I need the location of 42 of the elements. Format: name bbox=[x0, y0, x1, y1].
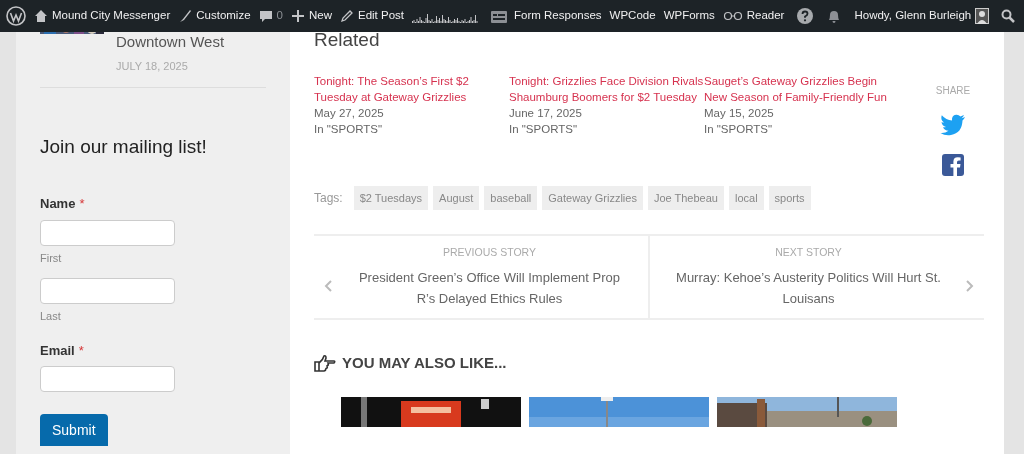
field-label: Email * bbox=[40, 341, 85, 360]
field-sublabel: Last bbox=[40, 309, 62, 324]
post-date: May 27, 2025 bbox=[314, 105, 385, 121]
related-post-link[interactable]: Sauget’s Gateway Grizzlies Begin New Season of Family-Friendly Fun bbox=[704, 72, 899, 105]
story-nav-link[interactable]: PREVIOUS STORY President Green’s Office Will Implement Prop R’s Delayed Ethics Rules bbox=[314, 236, 648, 318]
post-date: JULY 18, 2025 bbox=[116, 59, 189, 74]
account-menu[interactable]: Howdy, Glenn Burleigh bbox=[854, 7, 990, 25]
tag-link[interactable]: sports bbox=[768, 185, 811, 210]
tag-link[interactable]: Joe Thebeau bbox=[647, 185, 724, 210]
submit-button[interactable]: Submit bbox=[40, 414, 108, 446]
tags-label: Tags: bbox=[314, 189, 343, 207]
field-sublabel: First bbox=[40, 250, 63, 266]
comments-link[interactable]: 0 bbox=[258, 7, 283, 25]
section-title: YOU MAY ALSO LIKE... bbox=[342, 353, 507, 373]
menu-link[interactable]: Edit Post bbox=[340, 7, 405, 25]
post-title-link[interactable]: Downtown West bbox=[116, 32, 225, 52]
share-label: SHARE bbox=[935, 83, 971, 98]
menu-link[interactable]: WPForms bbox=[663, 7, 715, 25]
post-date: May 15, 2025 bbox=[704, 105, 775, 121]
tag-link[interactable]: $2 Tuesdays bbox=[353, 185, 429, 210]
post-category: In "SPORTS" bbox=[704, 121, 774, 137]
related-post-link[interactable]: Tonight: Grizzlies Face Division Rivals Shaumburg Boomers for $2 Tuesday bbox=[509, 72, 704, 105]
form-title: Join our mailing list! bbox=[40, 134, 208, 159]
section-title: Related bbox=[314, 32, 381, 52]
required-mark: * bbox=[78, 342, 84, 358]
menu-link[interactable]: New bbox=[291, 7, 332, 25]
menu-link[interactable]: Form Responses bbox=[490, 7, 602, 25]
menu-link[interactable]: WPCode bbox=[609, 7, 656, 25]
post-category: In "SPORTS" bbox=[314, 121, 384, 137]
post-date: June 17, 2025 bbox=[509, 105, 583, 121]
site-link[interactable]: Mound City Messenger bbox=[34, 7, 171, 25]
menu-link[interactable]: Reader bbox=[722, 7, 785, 25]
menu-link[interactable]: Customize bbox=[178, 7, 251, 25]
required-mark: * bbox=[79, 196, 85, 211]
story-nav-link[interactable]: NEXT STORY Murray: Kehoe’s Austerity Politics Will Hurt St. Louisans bbox=[648, 236, 984, 318]
related-post-link[interactable]: Tonight: The Season’s First $2 Tuesday at Gateway Grizzlies bbox=[314, 72, 509, 105]
field-label: Name * bbox=[40, 195, 86, 213]
tag-link[interactable]: Gateway Grizzlies bbox=[542, 185, 643, 210]
tag-link[interactable]: August bbox=[433, 185, 480, 210]
tag-link[interactable]: baseball bbox=[484, 185, 538, 210]
tag-link[interactable]: local bbox=[728, 185, 764, 210]
post-category: In "SPORTS" bbox=[509, 121, 579, 137]
